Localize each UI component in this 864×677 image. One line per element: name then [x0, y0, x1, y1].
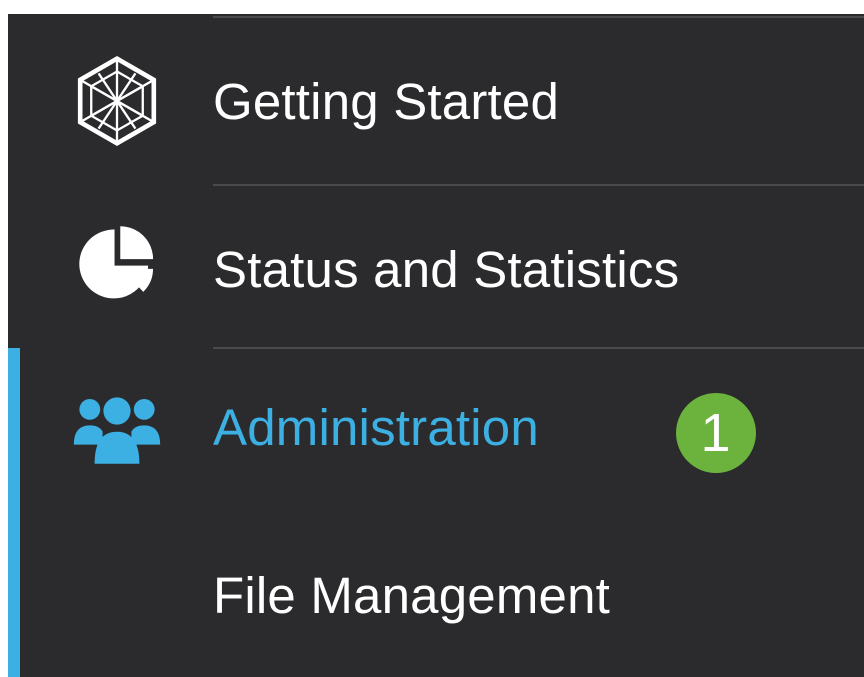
nav-label-getting-started: Getting Started — [213, 73, 560, 130]
step-badge-number: 1 — [675, 393, 756, 473]
navigation-panel: Getting Started Status and Statistics Ad… — [0, 0, 864, 677]
users-icon — [62, 372, 172, 482]
top-page-strip — [0, 0, 864, 14]
getting-started-icon — [62, 46, 172, 156]
nav-label-administration: Administration — [213, 399, 539, 456]
nav-item-getting-started[interactable]: Getting Started — [8, 48, 864, 154]
divider-status — [213, 347, 864, 349]
divider-top — [213, 16, 864, 18]
nav-label-file-management: File Management — [213, 567, 611, 624]
nav-label-status-and-statistics: Status and Statistics — [213, 241, 680, 298]
nav-item-status-and-statistics[interactable]: Status and Statistics — [8, 212, 864, 318]
pie-chart-icon — [62, 209, 172, 319]
divider-getting-started — [213, 184, 864, 186]
step-badge: 1 — [660, 393, 771, 473]
left-page-strip — [0, 0, 8, 677]
nav-item-file-management[interactable]: File Management — [8, 540, 864, 650]
